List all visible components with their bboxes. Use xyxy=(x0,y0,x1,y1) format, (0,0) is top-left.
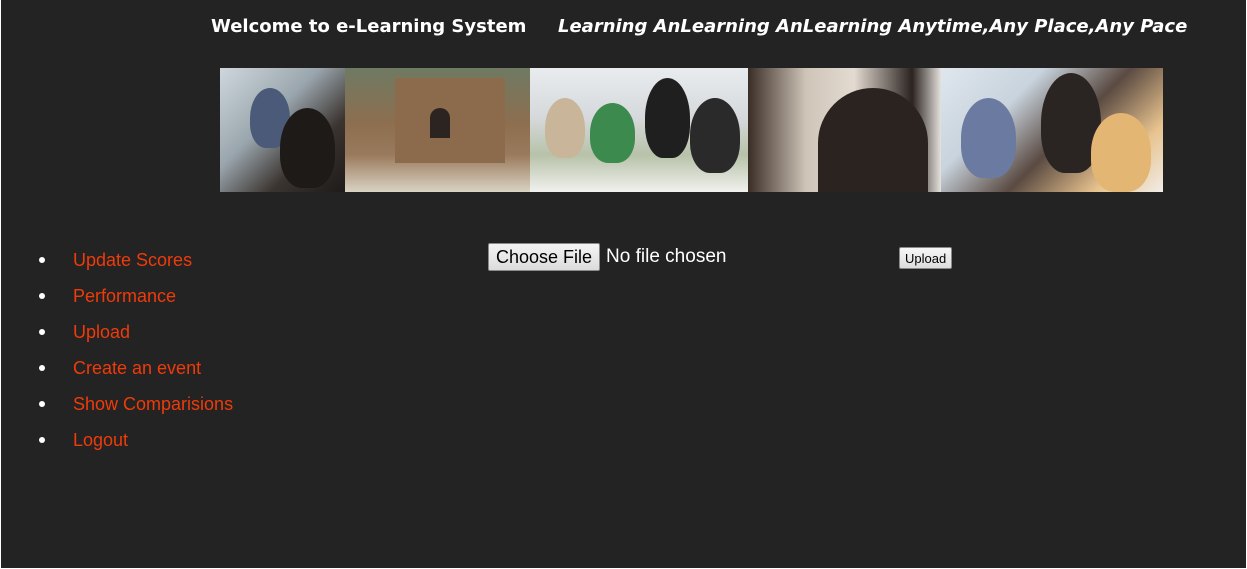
nav-link-upload[interactable]: Upload xyxy=(73,322,130,343)
bullet-icon xyxy=(39,329,45,335)
bullet-icon xyxy=(39,365,45,371)
nav-item-upload: Upload xyxy=(39,314,233,350)
page-tagline: Learning AnLearning AnLearning Anytime,A… xyxy=(558,16,1188,37)
banner-image xyxy=(220,68,1163,192)
nav-item-show-comparisions: Show Comparisions xyxy=(39,386,233,422)
banner-photo-campus-building xyxy=(345,68,530,192)
nav-link-logout[interactable]: Logout xyxy=(73,430,128,451)
nav-item-logout: Logout xyxy=(39,422,233,458)
nav-link-update-scores[interactable]: Update Scores xyxy=(73,250,192,271)
file-status-text: No file chosen xyxy=(606,246,727,267)
bullet-icon xyxy=(39,401,45,407)
page-title: Welcome to e-Learning System xyxy=(211,16,527,37)
choose-file-button[interactable]: Choose File xyxy=(488,243,601,271)
main-nav: Update Scores Performance Upload Create … xyxy=(39,242,233,458)
bullet-icon xyxy=(39,437,45,443)
banner-photo-students-laptop xyxy=(941,68,1163,192)
nav-link-performance[interactable]: Performance xyxy=(73,286,176,307)
nav-item-create-event: Create an event xyxy=(39,350,233,386)
file-input[interactable]: Choose File No file chosen xyxy=(488,243,726,271)
nav-item-update-scores: Update Scores xyxy=(39,242,233,278)
nav-item-performance: Performance xyxy=(39,278,233,314)
page-frame: Welcome to e-Learning System Learning An… xyxy=(1,0,1246,568)
nav-link-create-event[interactable]: Create an event xyxy=(73,358,201,379)
bullet-icon xyxy=(39,293,45,299)
bullet-icon xyxy=(39,257,45,263)
upload-button[interactable]: Upload xyxy=(899,247,953,269)
banner-photo-students-computer xyxy=(220,68,345,192)
nav-link-show-comparisions[interactable]: Show Comparisions xyxy=(73,394,233,415)
banner-photo-archway xyxy=(748,68,941,192)
banner-photo-group-study xyxy=(530,68,748,192)
